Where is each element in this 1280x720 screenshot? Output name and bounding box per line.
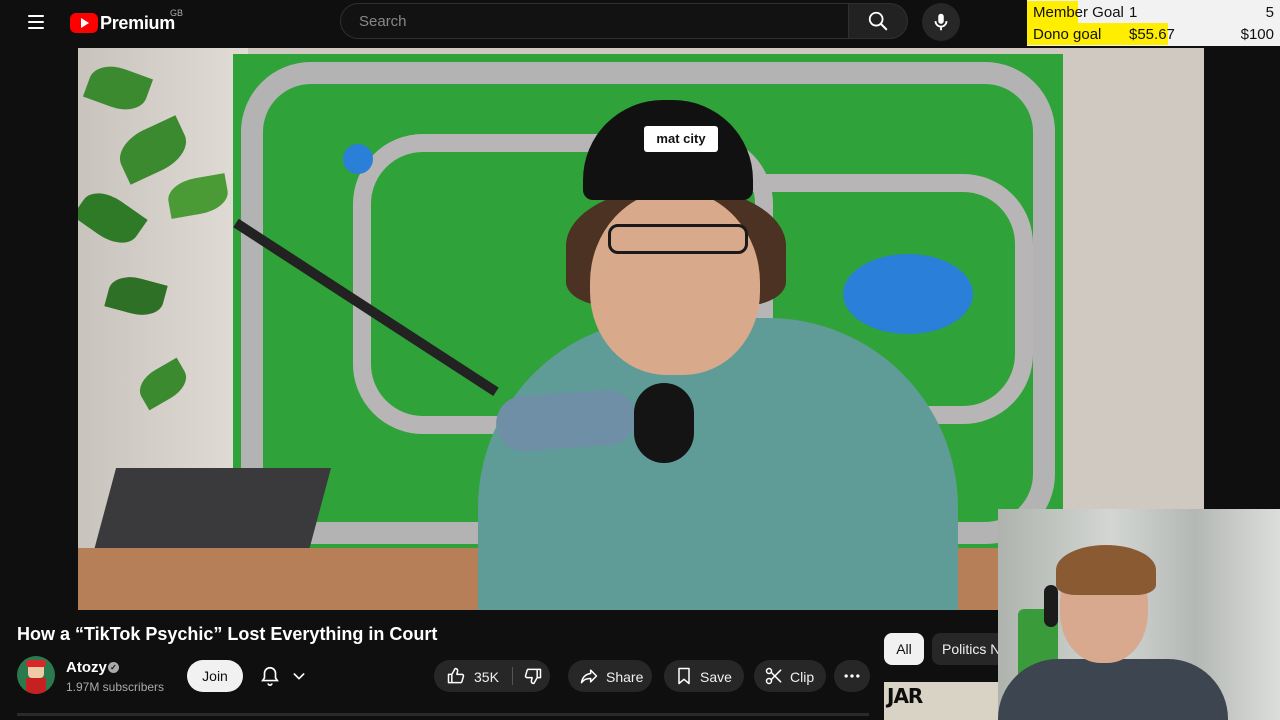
share-button[interactable]: Share [568, 660, 652, 692]
save-label: Save [700, 669, 732, 685]
chevron-down-icon [293, 673, 305, 680]
save-button[interactable]: Save [664, 660, 744, 692]
streamer-hair [1056, 545, 1156, 595]
recommended-video-thumbnail[interactable]: JAR [884, 682, 998, 720]
top-bar: Premium GB Member Goal 1 5 Dono goal $55… [0, 0, 1280, 46]
voice-search-button[interactable] [922, 3, 960, 41]
dono-goal-target: $100 [1240, 26, 1274, 43]
search-icon [868, 11, 888, 31]
headset-icon [1044, 585, 1058, 627]
thumbs-down-icon [524, 668, 542, 685]
like-count: 35K [474, 669, 499, 685]
chip-all[interactable]: All [884, 633, 924, 665]
dono-goal-row: Dono goal $55.67 $100 [1027, 23, 1280, 45]
description-divider [17, 713, 869, 716]
region-code: GB [170, 8, 184, 18]
microphone-windscreen [634, 383, 694, 463]
video-title: How a “TikTok Psychic” Lost Everything i… [17, 624, 438, 644]
youtube-play-icon [70, 13, 98, 33]
recommended-thumb-text: JAR [887, 684, 923, 708]
avatar-hat [26, 660, 46, 667]
presenter-glasses [608, 224, 748, 254]
youtube-premium-logo[interactable]: Premium [70, 10, 175, 36]
playmat-pond [343, 144, 373, 174]
join-button[interactable]: Join [187, 660, 243, 692]
search-box[interactable] [340, 3, 848, 39]
dono-goal-current: $55.67 [1129, 26, 1175, 43]
search-input[interactable] [357, 12, 831, 31]
mic-icon [934, 13, 948, 31]
channel-name[interactable]: Atozy [66, 659, 107, 676]
cap-logo: mat city [644, 126, 718, 152]
member-goal-label: Member Goal [1033, 4, 1124, 21]
channel-avatar[interactable] [17, 656, 55, 694]
stream-goal-overlay: Member Goal 1 5 Dono goal $55.67 $100 [1027, 0, 1280, 46]
subscriber-count: 1.97M subscribers [66, 680, 165, 694]
more-horizontal-icon [844, 674, 860, 678]
more-actions-button[interactable] [834, 660, 870, 692]
member-goal-row: Member Goal 1 5 [1027, 1, 1280, 23]
dono-goal-label: Dono goal [1033, 26, 1102, 43]
like-dislike-group: 35K [434, 660, 550, 692]
playmat-pond [843, 254, 973, 334]
streamer-webcam-overlay [998, 509, 1280, 720]
notification-bell-button[interactable] [255, 660, 321, 692]
bell-icon [261, 666, 279, 686]
like-button[interactable]: 35K [434, 660, 512, 692]
clip-button[interactable]: Clip [754, 660, 826, 692]
share-label: Share [606, 669, 644, 685]
avatar-body [26, 678, 46, 694]
menu-icon[interactable] [22, 10, 50, 34]
thumbs-up-icon [447, 667, 465, 684]
logo-text: Premium [100, 12, 175, 33]
member-goal-target: 5 [1265, 4, 1274, 21]
search-button[interactable] [848, 3, 908, 39]
microphone-body [494, 388, 638, 453]
member-goal-current: 1 [1129, 4, 1138, 21]
scissors-icon [765, 667, 782, 685]
share-icon [580, 669, 598, 684]
clip-label: Clip [790, 669, 815, 685]
bookmark-icon [678, 667, 690, 685]
verified-icon: ✓ [108, 662, 119, 673]
presenter-face [590, 190, 760, 375]
streamer-jacket [998, 659, 1228, 720]
dislike-button[interactable] [513, 660, 550, 692]
